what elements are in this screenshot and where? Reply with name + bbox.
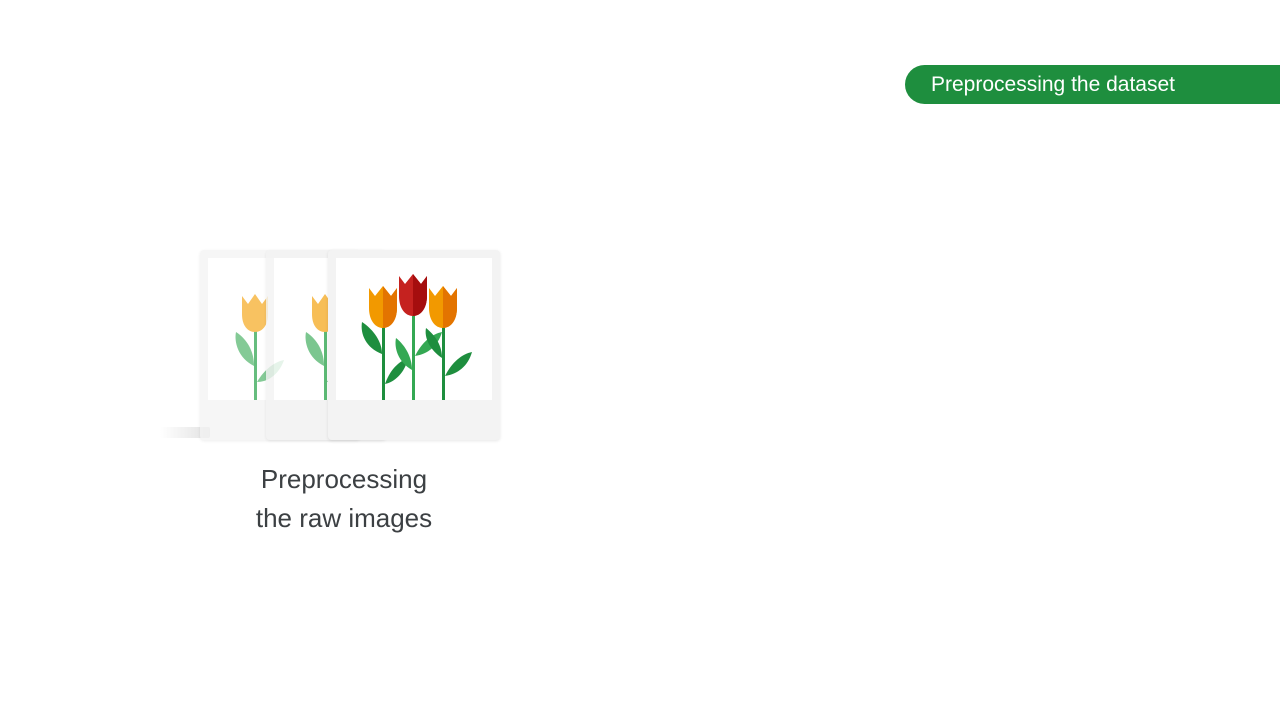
section-label-pill: Preprocessing the dataset bbox=[905, 65, 1280, 104]
caption-line-1: Preprocessing bbox=[260, 464, 428, 494]
tulips-icon bbox=[361, 274, 472, 400]
caption: Preprocessing the raw images bbox=[204, 460, 484, 538]
section-label-text: Preprocessing the dataset bbox=[931, 73, 1175, 96]
photo-stack-illustration bbox=[160, 250, 505, 445]
caption-line-2: the raw images bbox=[255, 503, 433, 533]
slide: Preprocessing the dataset Preprocessing … bbox=[0, 0, 1280, 720]
photo-frame bbox=[336, 258, 492, 400]
photo-card-front bbox=[328, 250, 500, 440]
